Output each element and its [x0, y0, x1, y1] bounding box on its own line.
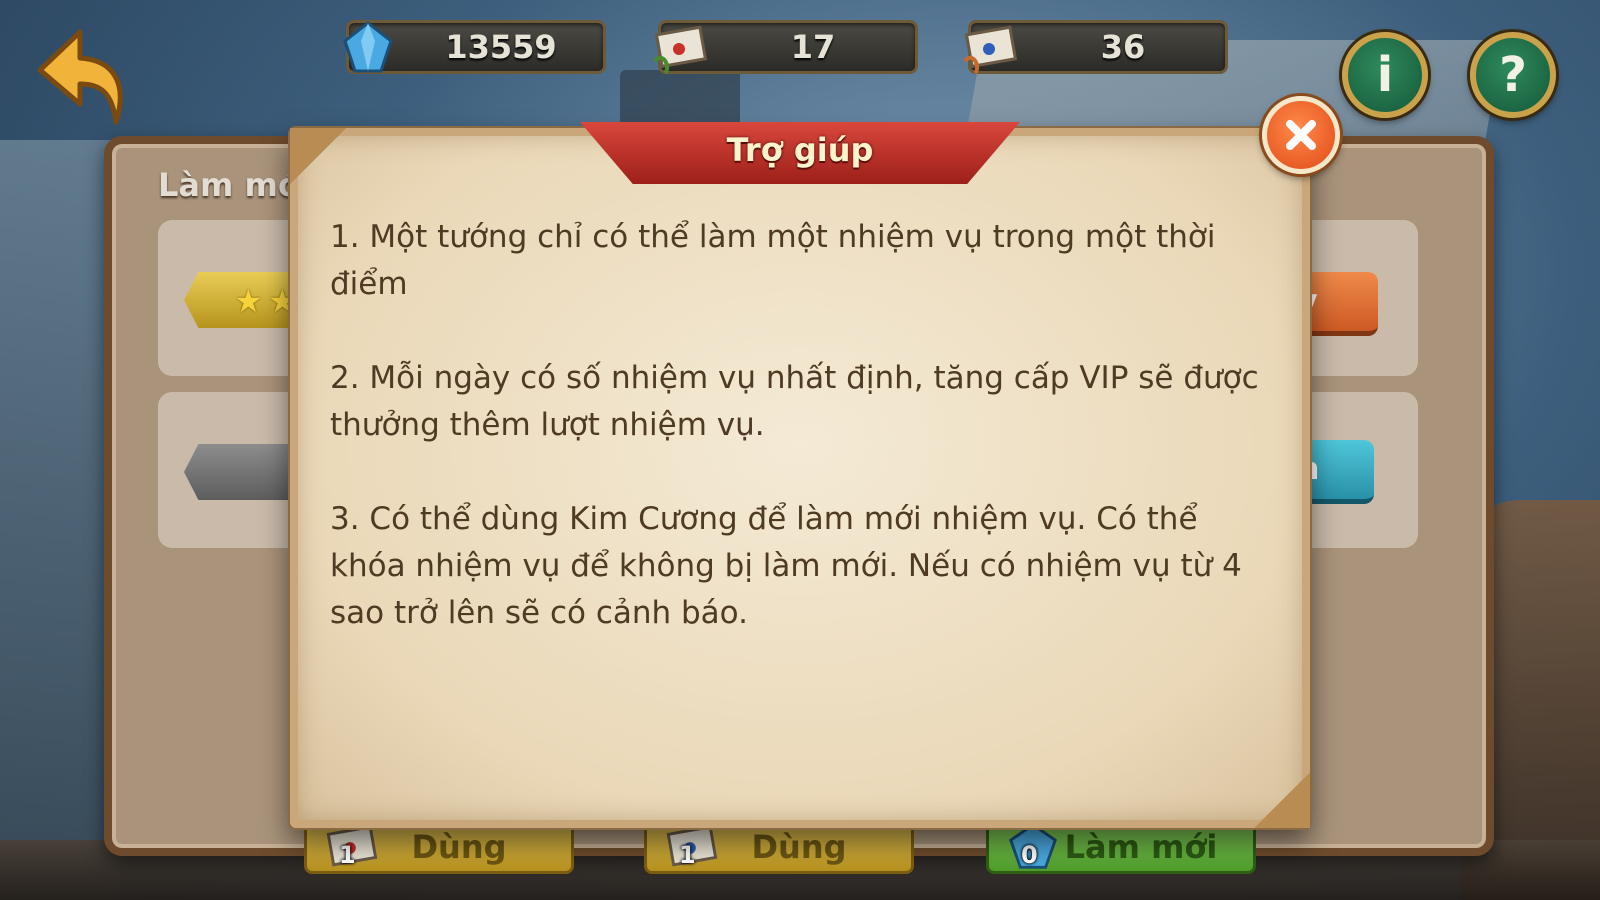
refresh-label: Làm mới — [1064, 828, 1218, 866]
red-scroll-value: 17 — [790, 28, 836, 66]
help-item-3: 3. Có thể dùng Kim Cương để làm mới nhiệ… — [330, 501, 1242, 631]
blue-scroll-counter: 36 — [963, 20, 1228, 75]
dialog-title: Trợ giúp — [726, 131, 874, 169]
blue-scroll-value: 36 — [1100, 28, 1146, 66]
use-blue-count: 1 — [679, 841, 696, 869]
dialog-corner-ornament — [1254, 772, 1310, 828]
close-icon — [1286, 120, 1316, 150]
panel-title: Làm mới — [158, 166, 311, 204]
back-arrow-icon — [37, 29, 123, 125]
help-dialog: 1. Một tướng chỉ có thể làm một nhiệm vụ… — [290, 128, 1310, 828]
back-button[interactable] — [36, 26, 128, 130]
diamond-counter: 13559 — [343, 20, 606, 74]
dialog-title-ribbon: Trợ giúp — [580, 122, 1020, 184]
info-icon: i — [1376, 47, 1394, 103]
help-content: 1. Một tướng chỉ có thể làm một nhiệm vụ… — [330, 214, 1260, 684]
use-blue-label: Dùng — [751, 828, 847, 866]
red-scroll-counter: 17 — [653, 20, 918, 75]
help-item-2: 2. Mỗi ngày có số nhiệm vụ nhất định, tă… — [330, 360, 1259, 443]
blue-letter-icon — [963, 25, 1018, 75]
dialog-corner-ornament — [290, 128, 346, 184]
diamond-value: 13559 — [445, 28, 557, 66]
background-cliff — [0, 140, 120, 900]
use-red-label: Dùng — [411, 828, 507, 866]
question-icon: ? — [1499, 47, 1527, 103]
use-red-count: 1 — [339, 841, 356, 869]
close-dialog-button[interactable] — [1262, 96, 1340, 174]
use-red-scroll-button[interactable]: 1 Dùng — [304, 820, 574, 874]
help-item-1: 1. Một tướng chỉ có thể làm một nhiệm vụ… — [330, 219, 1216, 302]
info-button[interactable]: i — [1342, 32, 1428, 118]
refresh-cost: 0 — [1021, 841, 1038, 869]
refresh-missions-button[interactable]: 0 Làm mới — [986, 820, 1256, 874]
star-icon: ★ — [234, 282, 263, 320]
red-letter-icon — [653, 25, 708, 75]
diamond-icon — [343, 21, 393, 73]
help-button[interactable]: ? — [1470, 32, 1556, 118]
use-blue-scroll-button[interactable]: 1 Dùng — [644, 820, 914, 874]
